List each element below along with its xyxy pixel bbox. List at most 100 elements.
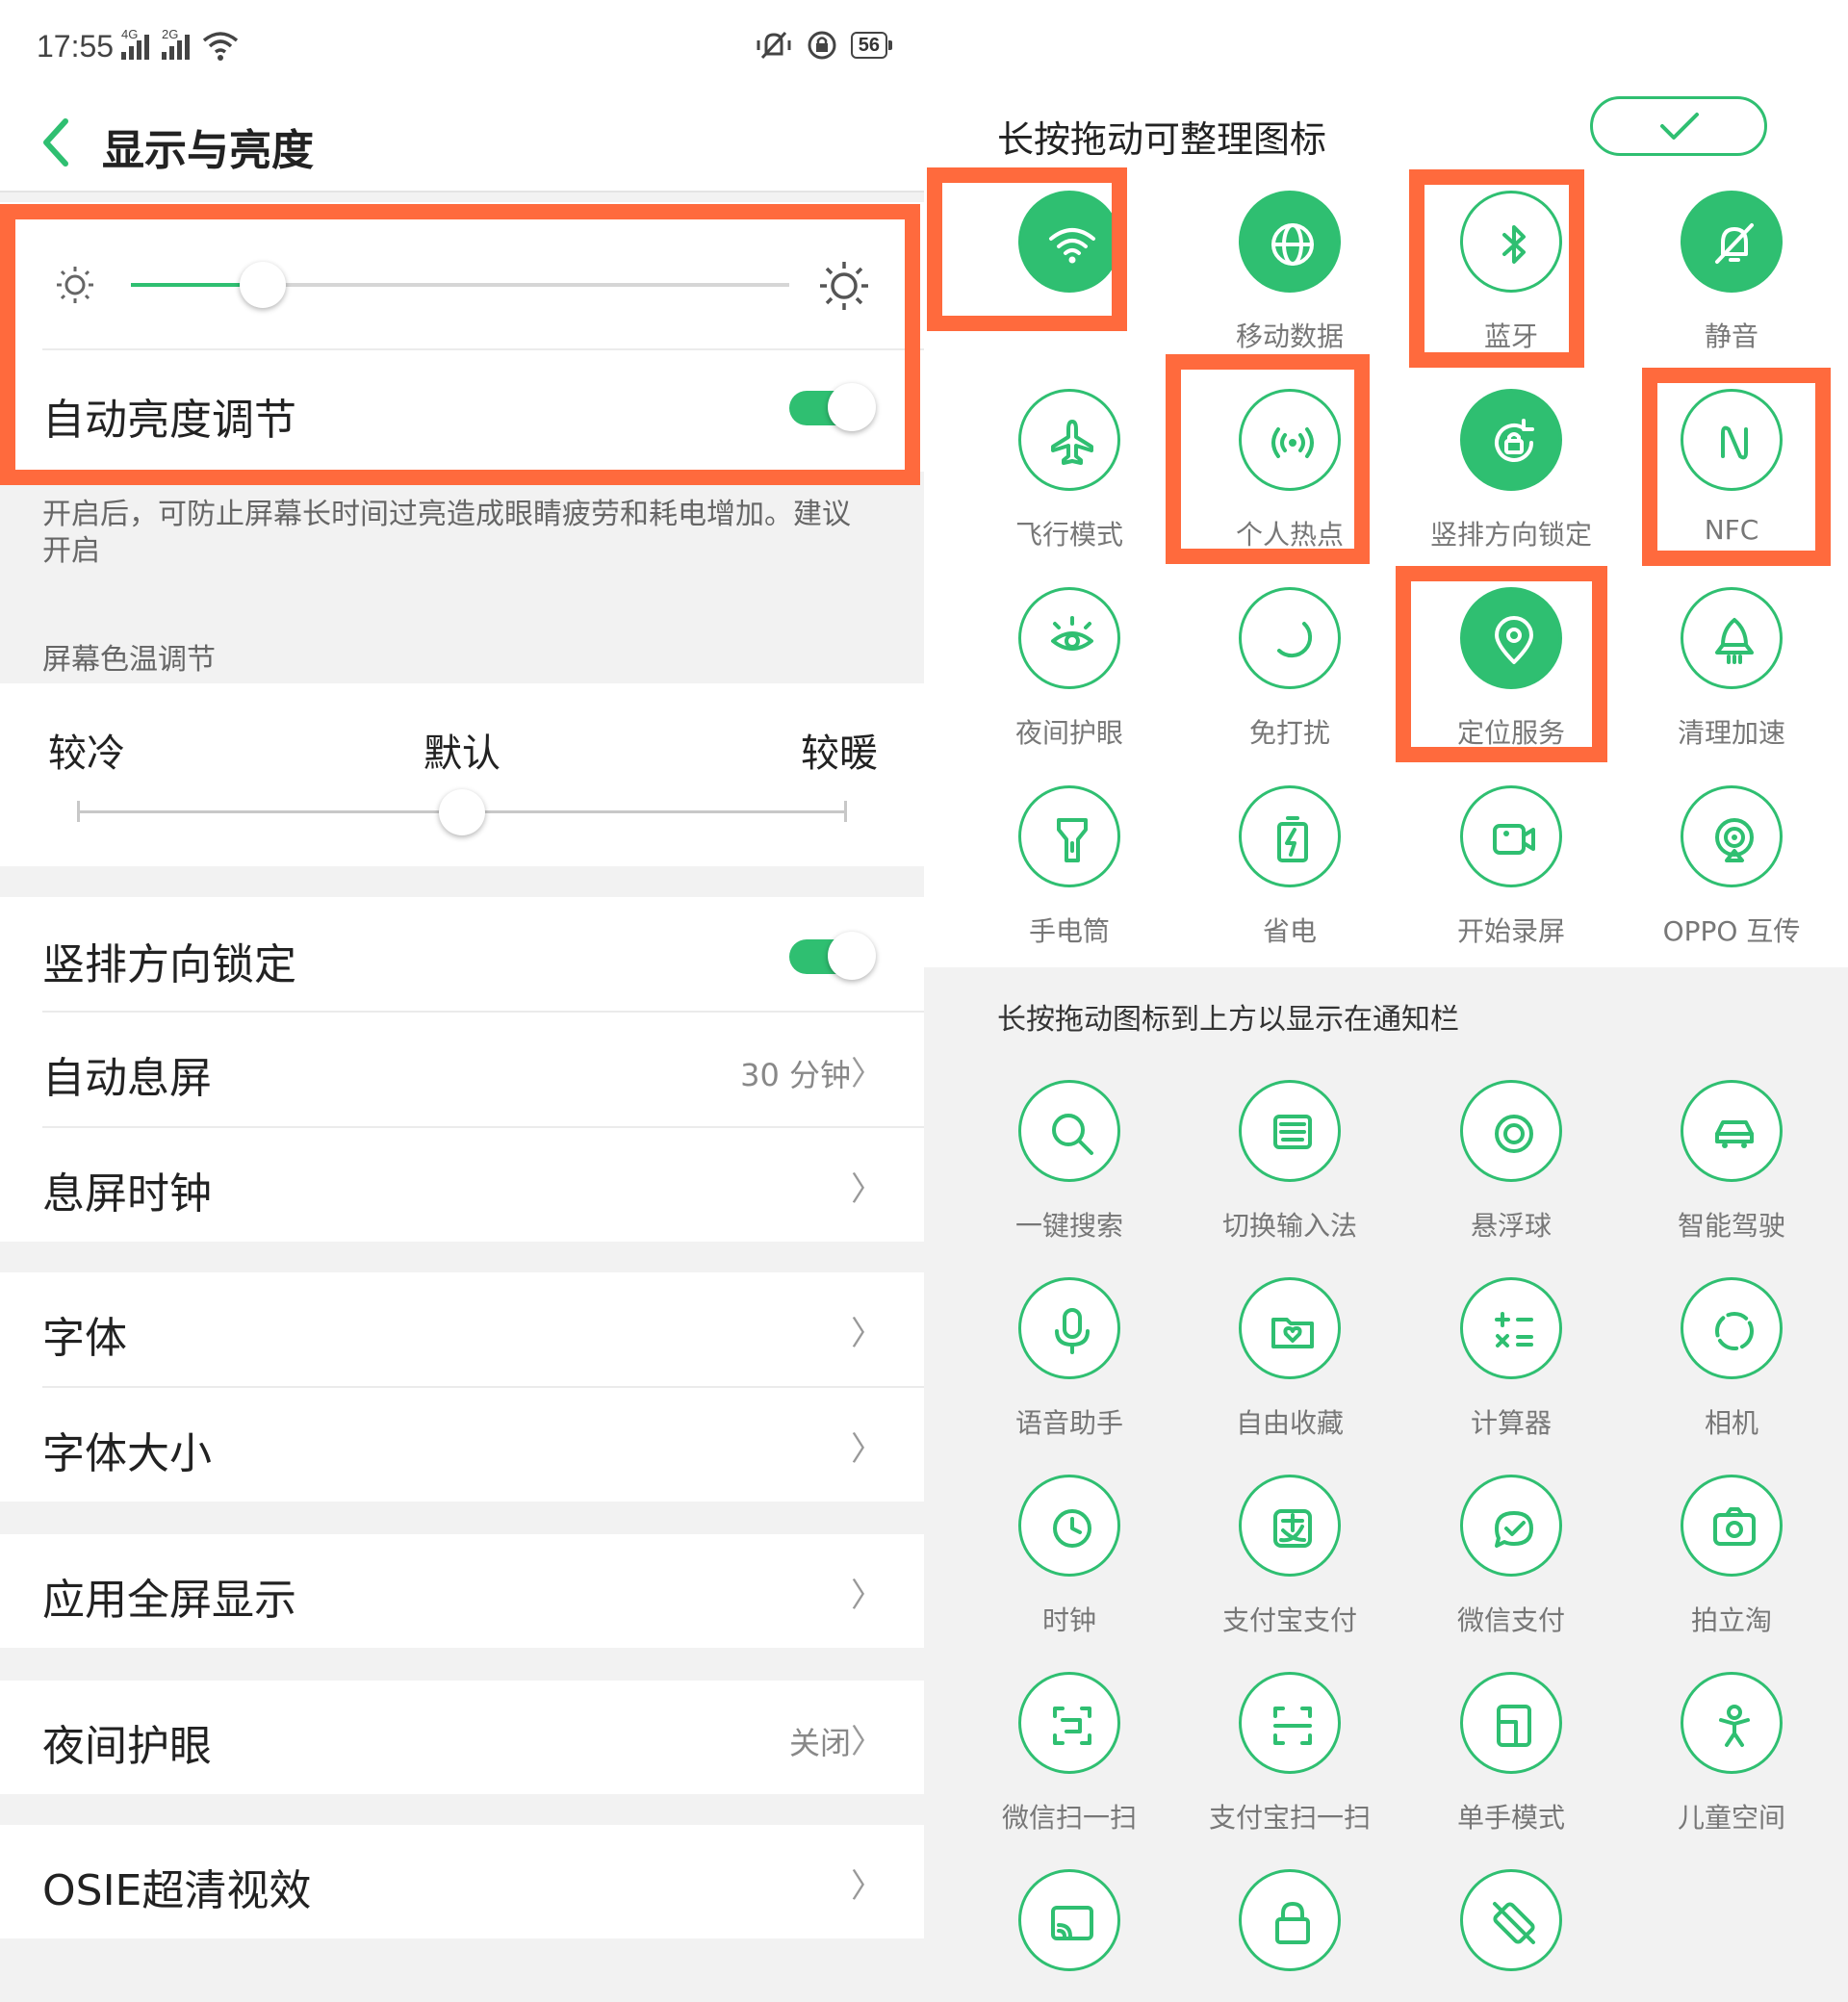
auto-sleep-row[interactable]: 自动息屏 30 分钟 〉 [0, 1013, 924, 1126]
tile-circle[interactable] [1018, 785, 1120, 887]
quick-tile-lock[interactable] [1179, 1869, 1400, 2002]
color-temp-default-label: 默认 [424, 732, 500, 776]
tile-circle[interactable] [1018, 1277, 1120, 1379]
highlight-box-brightness [0, 204, 920, 485]
tile-label: 手电筒 [1028, 915, 1110, 947]
osie-row[interactable]: OSIE超清视效 〉 [0, 1825, 924, 1938]
chevron-right-icon: 〉 [851, 1315, 884, 1353]
quick-tile-airplane[interactable]: 飞行模式 [959, 389, 1180, 581]
quick-tile-screen-record[interactable]: 开始录屏 [1400, 785, 1622, 978]
night-mode-row[interactable]: 夜间护眼 关闭 〉 [0, 1681, 924, 1794]
quick-tile-rocket[interactable]: 清理加速 [1621, 587, 1842, 780]
tile-label: 一键搜索 [1014, 1210, 1123, 1242]
tile-circle[interactable] [1018, 1672, 1120, 1774]
tile-circle[interactable] [1460, 1672, 1562, 1774]
color-temp-section-label: 屏幕色温调节 [42, 643, 216, 677]
tile-circle[interactable] [1460, 389, 1562, 491]
tile-circle[interactable] [1460, 1869, 1562, 1971]
tile-circle[interactable] [1460, 1277, 1562, 1379]
font-row[interactable]: 字体 〉 [0, 1272, 924, 1386]
tile-circle[interactable] [1239, 1080, 1341, 1182]
quick-tile-alipay[interactable]: 支付宝支付 [1179, 1475, 1400, 1667]
quick-tile-cast[interactable] [959, 1869, 1180, 2002]
quick-tile-folder-heart[interactable]: 自由收藏 [1179, 1277, 1400, 1470]
tile-circle[interactable] [1681, 587, 1783, 689]
tile-circle[interactable] [1239, 1475, 1341, 1577]
tile-label: 自由收藏 [1235, 1407, 1344, 1439]
tile-circle[interactable] [1681, 191, 1783, 293]
font-settings-group: 字体 〉 字体大小 〉 [0, 1272, 924, 1502]
quick-tile-bell-off[interactable]: 静音 [1621, 191, 1842, 383]
tile-circle[interactable] [1018, 389, 1120, 491]
highlight-box [1409, 169, 1584, 368]
tile-circle[interactable] [1460, 1475, 1562, 1577]
status-time: 17:55 [37, 29, 115, 64]
back-arrow-icon[interactable] [37, 114, 75, 171]
chevron-right-icon: 〉 [851, 1430, 884, 1469]
quick-tile-mic[interactable]: 语音助手 [959, 1277, 1180, 1470]
quick-tile-camera-aperture[interactable]: 相机 [1621, 1277, 1842, 1470]
done-button[interactable] [1590, 96, 1767, 156]
night-mode-label: 夜间护眼 [42, 1722, 212, 1771]
bell-off-icon [1715, 223, 1754, 264]
tile-label: 语音助手 [1014, 1407, 1123, 1439]
tile-circle[interactable] [1239, 191, 1341, 293]
car-icon [1715, 1120, 1754, 1148]
tile-label: 飞行模式 [1014, 519, 1123, 551]
tile-circle[interactable] [1681, 1672, 1783, 1774]
quick-tile-car[interactable]: 智能驾驶 [1621, 1080, 1842, 1272]
rotation-lock-icon [1495, 419, 1534, 462]
tile-circle[interactable] [1239, 1869, 1341, 1971]
tile-circle[interactable] [1018, 587, 1120, 689]
tile-circle[interactable] [1681, 1475, 1783, 1577]
tile-label: 智能驾驶 [1677, 1210, 1785, 1242]
quick-tile-alipay-scan[interactable]: 支付宝扫一扫 [1179, 1672, 1400, 1864]
tile-circle[interactable] [1018, 1475, 1120, 1577]
quick-tile-rotation-lock[interactable]: 竖排方向锁定 [1400, 389, 1622, 581]
tile-label: 竖排方向锁定 [1429, 519, 1592, 551]
quick-tile-wechat-pay[interactable]: 微信支付 [1400, 1475, 1622, 1667]
quick-tile-battery-saver[interactable]: 省电 [1179, 785, 1400, 978]
quick-tile-eye[interactable]: 夜间护眼 [959, 587, 1180, 780]
color-temp-slider-thumb[interactable] [439, 789, 485, 835]
quick-tile-flashlight[interactable]: 手电筒 [959, 785, 1180, 978]
quick-tile-calculator[interactable]: 计算器 [1400, 1277, 1622, 1470]
quick-tile-photo-search[interactable]: 拍立淘 [1621, 1475, 1842, 1667]
font-size-row[interactable]: 字体大小 〉 [0, 1388, 924, 1502]
quick-tile-float-ball[interactable]: 悬浮球 [1400, 1080, 1622, 1272]
portrait-lock-toggle[interactable] [780, 930, 876, 980]
color-temp-slider[interactable] [77, 789, 847, 835]
folder-heart-icon [1271, 1318, 1314, 1348]
tile-circle[interactable] [1681, 785, 1783, 887]
quick-settings-edit-screen: 长按拖动可整理图标 移动数据 蓝牙 静音 飞行模式 个人热点 竖排方向锁定 NFC 夜间护眼免… [924, 0, 1848, 2002]
tile-label: 切换输入法 [1221, 1210, 1357, 1242]
tile-circle[interactable] [1460, 1080, 1562, 1182]
tile-circle[interactable] [1460, 785, 1562, 887]
portrait-lock-row[interactable]: 竖排方向锁定 [0, 897, 924, 1013]
quick-tile-moon[interactable]: 免打扰 [1179, 587, 1400, 780]
quick-tile-keyboard[interactable]: 切换输入法 [1179, 1080, 1400, 1272]
quick-tile-one-hand[interactable]: 单手模式 [1400, 1672, 1622, 1864]
tile-label: 免打扰 [1248, 717, 1330, 749]
quick-tile-clock[interactable]: 时钟 [959, 1475, 1180, 1667]
tile-label: 微信扫一扫 [1001, 1802, 1137, 1834]
tile-circle[interactable] [1018, 1869, 1120, 1971]
tile-circle[interactable] [1681, 1277, 1783, 1379]
tile-circle[interactable] [1239, 785, 1341, 887]
tile-circle[interactable] [1239, 1672, 1341, 1774]
quick-tile-search[interactable]: 一键搜索 [959, 1080, 1180, 1272]
tile-circle[interactable] [1239, 1277, 1341, 1379]
tile-circle[interactable] [1681, 1080, 1783, 1182]
quick-tile-child[interactable]: 儿童空间 [1621, 1672, 1842, 1864]
quick-tile-share[interactable]: OPPO 互传 [1621, 785, 1842, 978]
battery-indicator: 56 [850, 32, 893, 59]
highlight-box [1396, 566, 1607, 762]
quick-tile-wechat-scan[interactable]: 微信扫一扫 [959, 1672, 1180, 1864]
sleep-clock-row[interactable]: 息屏时钟 〉 [0, 1128, 924, 1242]
quick-tile-no-rotate[interactable] [1400, 1869, 1622, 2002]
child-icon [1719, 1705, 1750, 1747]
tile-circle[interactable] [1239, 587, 1341, 689]
tile-label: 移动数据 [1235, 321, 1344, 352]
app-fullscreen-row[interactable]: 应用全屏显示 〉 [0, 1534, 924, 1648]
tile-circle[interactable] [1018, 1080, 1120, 1182]
